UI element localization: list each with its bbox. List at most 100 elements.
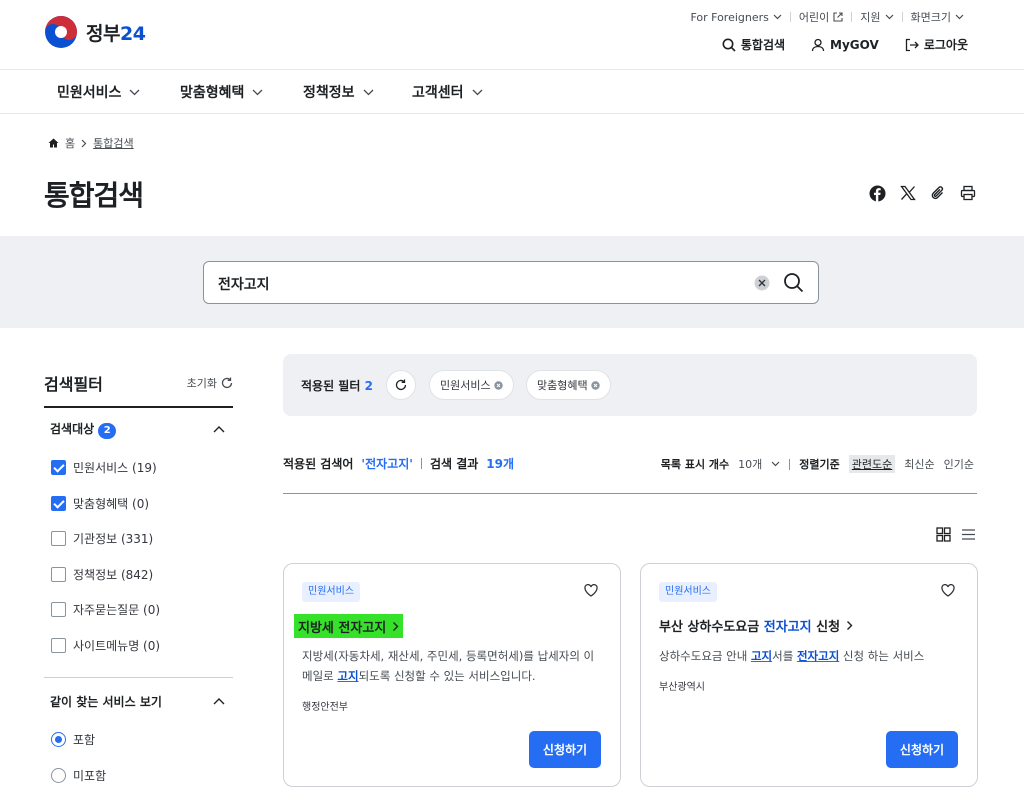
together-group-header[interactable]: 같이 찾는 서비스 보기 (44, 680, 233, 722)
checkbox[interactable] (51, 495, 66, 511)
gnb-customer-center[interactable]: 고객센터 (412, 82, 483, 102)
gnb-policy-info[interactable]: 정책정보 (303, 82, 374, 102)
card-title-link[interactable]: 지방세 전자고지 (294, 614, 404, 638)
sort-popular[interactable]: 인기순 (944, 456, 974, 472)
list-view-icon[interactable] (961, 527, 976, 542)
card-description: 지방세(자동차세, 재산세, 주민세, 등록면허세)를 납세자의 이메일로 고지… (302, 649, 595, 683)
divider (44, 677, 233, 678)
filter-chip-civil-service[interactable]: 민원서비스 (429, 370, 514, 400)
applied-filters: 적용된 필터 2 민원서비스 맞춤형혜택 (283, 354, 977, 416)
util-foreigners[interactable]: For Foreigners (682, 11, 789, 24)
page-size-select[interactable]: 10개 (738, 456, 780, 472)
util-support[interactable]: 지원 (852, 9, 901, 25)
filter-chip-custom-benefits[interactable]: 맞춤형혜택 (526, 370, 611, 400)
chevron-down-icon (955, 14, 964, 20)
checkbox[interactable] (51, 602, 66, 618)
divider (420, 458, 422, 469)
sort-latest[interactable]: 최신순 (904, 456, 934, 472)
gnb-civil-service[interactable]: 민원서비스 (57, 82, 140, 102)
filter-header: 검색필터 초기화 (44, 360, 233, 408)
gnb-custom-benefits[interactable]: 맞춤형혜택 (180, 82, 263, 102)
chevron-down-icon (773, 14, 782, 20)
search-input-value[interactable]: 전자고지 (218, 274, 270, 294)
checkbox-policy-info[interactable]: 정책정보 (842) (44, 557, 233, 593)
chevron-right-icon (81, 139, 87, 147)
chevron-up-icon (213, 697, 225, 704)
filter-sidebar: 검색필터 초기화 검색대상 2 민원서비스 (19) 맞춤형혜택 (0) 기관정보… (44, 360, 233, 793)
chevron-down-icon (129, 89, 140, 95)
facebook-icon[interactable] (869, 185, 886, 202)
apply-button[interactable]: 신청하기 (886, 731, 958, 768)
result-summary-bar: 적용된 검색어 '전자고지' 검색 결과 19개 목록 표시 개수 10개 정렬… (283, 448, 977, 494)
sort-relevance[interactable]: 관련도순 (848, 455, 896, 473)
filter-reset-button[interactable]: 초기화 (187, 375, 233, 391)
user-icon (811, 38, 825, 51)
page-title: 통합검색 (44, 179, 144, 212)
search-input[interactable]: 전자고지 (203, 261, 819, 304)
chevron-down-icon (363, 89, 373, 95)
checkbox-agency-info[interactable]: 기관정보 (331) (44, 521, 233, 557)
main-navigation: 민원서비스 맞춤형혜택 정책정보 고객센터 (0, 69, 1024, 114)
checkbox[interactable] (51, 460, 66, 476)
breadcrumb-home[interactable]: 홈 (65, 135, 75, 151)
card-description: 상하수도요금 안내 고지서를 전자고지 신청 하는 서비스 (659, 649, 925, 663)
target-group-header[interactable]: 검색대상 2 (44, 408, 233, 450)
applied-filter-label: 적용된 필터 2 (301, 379, 373, 393)
chevron-down-icon (252, 89, 263, 95)
result-summary: 적용된 검색어 '전자고지' 검색 결과 19개 (283, 457, 515, 471)
search-icon[interactable] (783, 272, 804, 293)
radio[interactable] (51, 732, 66, 748)
share-tools (869, 185, 976, 202)
taegeuk-icon (45, 16, 77, 48)
checkbox[interactable] (51, 637, 66, 653)
clear-icon[interactable] (754, 275, 770, 291)
close-icon[interactable] (590, 380, 600, 390)
category-tag: 민원서비스 (659, 582, 717, 602)
breadcrumb-current[interactable]: 통합검색 (93, 135, 133, 151)
util-screen-size[interactable]: 화면크기 (903, 9, 972, 25)
checkbox[interactable] (51, 531, 66, 547)
grid-view-icon[interactable] (936, 527, 951, 542)
external-link-icon (833, 12, 843, 22)
radio-exclude[interactable]: 미포함 (44, 758, 233, 794)
checkbox-site-menu[interactable]: 사이트메뉴명 (0) (44, 628, 233, 664)
close-icon[interactable] (493, 380, 503, 390)
refresh-icon (221, 377, 233, 389)
refresh-icon (395, 379, 407, 391)
logo[interactable]: 정부24 (44, 15, 146, 49)
logo-text: 정부24 (86, 22, 146, 45)
result-card[interactable]: 민원서비스 지방세 전자고지 지방세(자동차세, 재산세, 주민세, 등록면허세… (283, 563, 621, 787)
quick-menu: 통합검색 MyGOV 로그아웃 (722, 36, 968, 53)
apply-button[interactable]: 신청하기 (529, 731, 601, 768)
link-copy-icon[interactable] (930, 185, 946, 201)
search-icon (722, 38, 736, 52)
util-kids[interactable]: 어린이 (791, 9, 851, 25)
checkbox-civil-service[interactable]: 민원서비스 (19) (44, 450, 233, 486)
card-organization: 행정안전부 (302, 702, 348, 713)
checkbox-custom-benefits[interactable]: 맞춤형혜택 (0) (44, 486, 233, 522)
chevron-up-icon (213, 425, 225, 432)
list-options: 목록 표시 개수 10개 정렬기준 관련도순 최신순 인기순 (661, 455, 974, 473)
heart-icon[interactable] (584, 584, 598, 597)
mygov-button[interactable]: MyGOV (811, 36, 879, 53)
print-icon[interactable] (960, 185, 976, 201)
utility-menu: For Foreigners 어린이 지원 화면크기 (682, 9, 972, 25)
site-header: 정부24 For Foreigners 어린이 지원 화면크기 통합검색 MyG… (0, 0, 1024, 70)
checkbox-faq[interactable]: 자주묻는질문 (0) (44, 592, 233, 628)
category-tag: 민원서비스 (302, 582, 360, 602)
divider (789, 458, 791, 470)
result-card[interactable]: 민원서비스 부산 상하수도요금 전자고지 신청 상하수도요금 안내 고지서를 전… (640, 563, 978, 787)
quick-search-button[interactable]: 통합검색 (722, 36, 785, 53)
card-organization: 부산광역시 (659, 682, 705, 693)
logout-icon (905, 38, 919, 51)
radio[interactable] (51, 767, 66, 783)
search-area: 전자고지 (0, 236, 1024, 328)
logout-button[interactable]: 로그아웃 (905, 36, 968, 53)
card-title-link[interactable]: 부산 상하수도요금 전자고지 신청 (659, 616, 853, 635)
radio-include[interactable]: 포함 (44, 722, 233, 758)
applied-reset-button[interactable] (386, 370, 416, 400)
checkbox[interactable] (51, 566, 66, 582)
heart-icon[interactable] (941, 584, 955, 597)
view-toggle (936, 527, 976, 542)
x-twitter-icon[interactable] (900, 185, 916, 201)
